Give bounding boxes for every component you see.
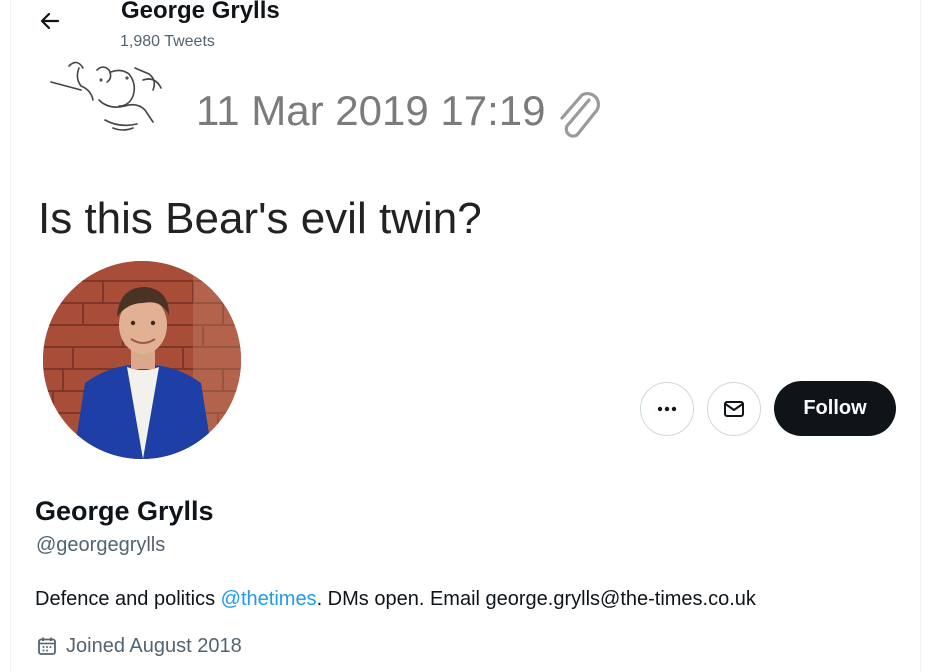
follow-button[interactable]: Follow <box>774 381 896 436</box>
bio-text-prefix: Defence and politics <box>35 588 221 610</box>
profile-handle: @georgegrylls <box>36 534 166 556</box>
joined-text: Joined August 2018 <box>66 635 242 657</box>
bio-mention-link[interactable]: @thetimes <box>221 588 317 610</box>
sketch-drawing <box>50 61 162 131</box>
more-button[interactable] <box>640 382 694 436</box>
joined-date: Joined August 2018 <box>36 633 242 659</box>
message-button[interactable] <box>707 382 761 436</box>
banner-caption: Is this Bear's evil twin? <box>38 194 482 243</box>
avatar[interactable] <box>40 258 244 462</box>
profile-header: George Grylls 1,980 Tweets <box>11 0 920 56</box>
bio-text-suffix: . DMs open. Email george.grylls@the-time… <box>316 588 756 610</box>
avatar-photo <box>43 261 241 459</box>
banner-timestamp: 11 Mar 2019 17:19 <box>196 87 546 134</box>
profile-bio: Defence and politics @thetimes. DMs open… <box>35 586 756 612</box>
envelope-icon <box>724 401 744 417</box>
column-border-right <box>920 0 921 672</box>
profile-name: George Grylls <box>35 496 214 526</box>
more-icon <box>657 406 677 412</box>
tweet-count: 1,980 Tweets <box>120 33 215 50</box>
calendar-icon <box>36 635 58 657</box>
back-arrow-icon <box>40 12 60 30</box>
back-button[interactable] <box>33 4 67 38</box>
paperclip-icon <box>560 91 601 138</box>
header-name: George Grylls <box>121 0 280 24</box>
